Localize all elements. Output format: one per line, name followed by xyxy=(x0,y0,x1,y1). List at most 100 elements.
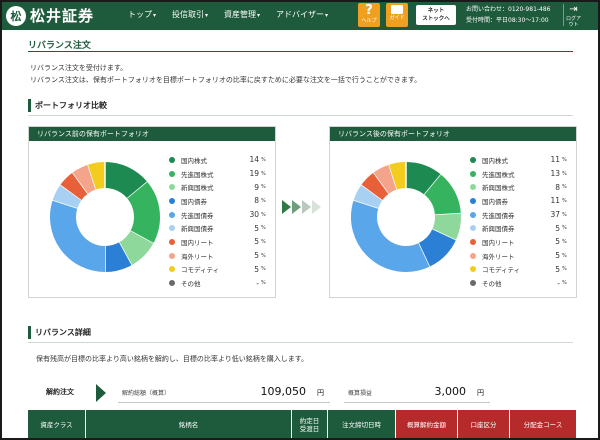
top-header: 松 松井証券 トップ▾ 投信取引▾ 資産管理▾ アドバイザー▾ ? ヘルプ ガイ… xyxy=(0,0,600,30)
donut-slice-3 xyxy=(417,228,456,267)
legend-asset-name: 国内株式 xyxy=(482,156,508,165)
col-order-deadline: 注文締切日時 xyxy=(328,410,396,440)
legend-asset-name: 新興国株式 xyxy=(181,184,214,193)
play-arrow-icon xyxy=(96,384,106,402)
nav-advisor[interactable]: アドバイザー▾ xyxy=(268,0,336,30)
legend-row: コモディティ 5% xyxy=(169,263,271,277)
legend-row: 新興国債券 5% xyxy=(169,221,271,235)
legend-percent-unit: % xyxy=(562,170,567,177)
legend-asset-name: コモディティ xyxy=(482,266,521,275)
legend-row: 国内債券 11% xyxy=(470,194,572,208)
legend-percent-unit: % xyxy=(562,280,567,287)
donut-slice-4 xyxy=(50,200,106,272)
logout-button[interactable]: ⇥ ログアウト xyxy=(563,4,583,28)
legend-percent-unit: % xyxy=(261,252,266,259)
legend-color-dot xyxy=(470,280,476,287)
legend-color-dot xyxy=(169,238,175,245)
legend-asset-name: 新興国株式 xyxy=(482,184,515,193)
legend-color-dot xyxy=(470,238,476,245)
legend-percent-unit: % xyxy=(261,170,266,177)
arrow-right-icon xyxy=(312,200,321,214)
legend-asset-name: その他 xyxy=(181,280,201,289)
arrow-right-icon xyxy=(292,200,301,214)
legend-row: 新興国債券 5% xyxy=(470,221,572,235)
guide-button[interactable]: ガイド xyxy=(386,3,408,27)
legend-color-dot xyxy=(169,184,175,191)
brand-logo[interactable]: 松 松井証券 xyxy=(6,5,94,26)
donut-slice-3 xyxy=(104,242,132,272)
legend-asset-name: 先進国株式 xyxy=(482,170,515,179)
sell-total-value: 109,050 xyxy=(260,385,307,398)
legend-asset-name: 国内株式 xyxy=(181,156,207,165)
legend-row: 海外リート 5% xyxy=(169,249,271,263)
after-portfolio-title: リバランス後の保有ポートフォリオ xyxy=(330,127,576,141)
logout-label: ログアウト xyxy=(565,16,581,28)
before-portfolio-title: リバランス前の保有ポートフォリオ xyxy=(29,127,275,141)
before-portfolio-card: リバランス前の保有ポートフォリオ 国内株式 14% 先進国株式 19% 新興国株式 9% 国… xyxy=(28,126,276,298)
legend-percent-value: 5 xyxy=(254,264,259,274)
legend-asset-name: 先進国株式 xyxy=(181,170,214,179)
legend-percent-value: 5 xyxy=(254,251,259,261)
col-asset-class: 資産クラス xyxy=(28,410,86,440)
logo-mark-icon: 松 xyxy=(6,5,26,26)
legend-color-dot xyxy=(470,184,476,191)
legend-percent-value: 8 xyxy=(555,182,560,192)
donut-slice-1 xyxy=(423,174,461,216)
legend-percent-value: 5 xyxy=(555,251,560,261)
legend-percent-value: 30 xyxy=(249,210,259,220)
donut-slice-7 xyxy=(72,164,97,194)
legend-percent-unit: % xyxy=(562,225,567,232)
profit-loss-value: 3,000 xyxy=(434,385,467,398)
sell-total-unit: 円 xyxy=(317,389,324,397)
legend-asset-name: 海外リート xyxy=(482,252,515,261)
legend-percent-value: 5 xyxy=(254,223,259,233)
help-label: ヘルプ xyxy=(361,18,377,24)
nav-top[interactable]: トップ▾ xyxy=(120,0,164,30)
arrow-right-icon xyxy=(282,200,291,214)
legend-percent-unit: % xyxy=(562,211,567,218)
legend-percent-unit: % xyxy=(562,184,567,191)
help-button[interactable]: ? ヘルプ xyxy=(358,3,380,27)
book-icon xyxy=(391,5,403,14)
legend-percent-value: 37 xyxy=(550,210,560,220)
legend-row: 先進国株式 13% xyxy=(470,167,572,181)
legend-row: 新興国株式 9% xyxy=(169,180,271,194)
legend-percent-value: 5 xyxy=(555,237,560,247)
intro-text-2: リバランス注文は、保有ポートフォリオを目標ポートフォリオの比率に戻すために必要な… xyxy=(30,76,422,84)
sell-total-label: 解約総額（概算） xyxy=(122,390,171,397)
legend-asset-name: 新興国債券 xyxy=(482,225,515,234)
legend-color-dot xyxy=(470,266,476,273)
col-account-type: 口座区分 xyxy=(458,410,510,440)
after-portfolio-card: リバランス後の保有ポートフォリオ 国内株式 11% 先進国株式 13% 新興国株式 8% 国… xyxy=(329,126,577,298)
donut-slice-1 xyxy=(126,181,160,244)
donut-slice-5 xyxy=(52,184,82,209)
legend-percent-unit: % xyxy=(261,266,266,273)
legend-row: その他 -% xyxy=(169,276,271,290)
after-donut-chart xyxy=(351,162,461,272)
legend-percent-value: 5 xyxy=(555,223,560,233)
legend-percent-value: 13 xyxy=(550,169,560,179)
sell-total-box: 解約総額（概算） 109,050 円 xyxy=(118,383,330,403)
donut-slice-8 xyxy=(389,162,407,190)
col-dividend-course: 分配金コース xyxy=(510,410,576,440)
nav-label: トップ xyxy=(128,10,152,19)
legend-percent-unit: % xyxy=(261,156,266,163)
donut-slice-4 xyxy=(351,200,430,272)
caret-down-icon: ▾ xyxy=(325,12,329,19)
legend-asset-name: コモディティ xyxy=(181,266,220,275)
question-icon: ? xyxy=(365,3,373,18)
before-legend: 国内株式 14% 先進国株式 19% 新興国株式 9% 国内債券 8% 先進国債券 30% 新興国債… xyxy=(169,153,271,290)
nav-fund-trade[interactable]: 投信取引▾ xyxy=(164,0,216,30)
legend-percent-value: 11 xyxy=(550,196,560,206)
legend-color-dot xyxy=(169,225,175,232)
legend-asset-name: 国内債券 xyxy=(181,197,207,206)
contact-info: お問い合わせ：0120-981-486 受付時間：平日08:30～17:00 xyxy=(466,4,551,26)
netstock-button[interactable]: ネット ストックへ xyxy=(416,5,456,25)
donut-slice-8 xyxy=(88,162,106,190)
legend-row: 国内リート 5% xyxy=(470,235,572,249)
nav-asset-management[interactable]: 資産管理▾ xyxy=(216,0,268,30)
contact-hours: 受付時間：平日08:30～17:00 xyxy=(466,17,549,24)
legend-percent-value: 14 xyxy=(249,155,259,165)
donut-slice-0 xyxy=(104,162,148,200)
legend-row: コモディティ 5% xyxy=(470,263,572,277)
